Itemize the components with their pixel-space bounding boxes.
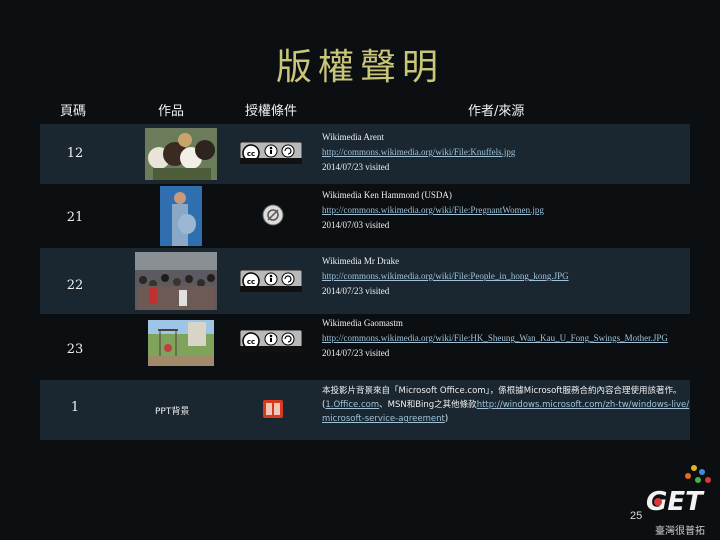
svg-text:cc: cc bbox=[247, 338, 255, 346]
table-row: 1 PPT背景 本投影片背景來自「Microsoft Office.com」，係… bbox=[40, 380, 690, 440]
crowd-image bbox=[135, 252, 217, 310]
source-cell: Wikimedia Arent http://commons.wikimedia… bbox=[322, 130, 682, 175]
table-row: 23 cc Wikimedia Gaomastm http://commons.… bbox=[40, 314, 690, 380]
source-link[interactable]: http://commons.wikimedia.org/wiki/File:H… bbox=[322, 333, 668, 343]
author-line: Wikimedia Arent bbox=[322, 132, 384, 142]
credits-table: 12 cc Wikimedia Arent http://commons.wik… bbox=[40, 124, 690, 440]
page-title: 版權聲明 bbox=[275, 47, 444, 88]
page-number-cell: 1 bbox=[70, 400, 80, 415]
office-link[interactable]: 1.Office.com bbox=[325, 400, 379, 410]
table-header: 頁碼 作品 授權條件 作者/來源 bbox=[40, 100, 690, 120]
public-domain-icon bbox=[262, 204, 284, 226]
author-line: Wikimedia Ken Hammond (USDA) bbox=[322, 190, 452, 200]
source-cell: 本投影片背景來自「Microsoft Office.com」，係根據Micros… bbox=[322, 384, 692, 426]
page-number-cell: 22 bbox=[66, 278, 84, 293]
cc-by-sa-icon: cc bbox=[239, 269, 303, 293]
license-icon-cell: cc bbox=[239, 141, 303, 165]
svg-text:cc: cc bbox=[247, 278, 255, 286]
license-icon-cell bbox=[262, 204, 284, 226]
ms-office-icon bbox=[263, 400, 283, 418]
source-text-2: 、MSN和Bing之其他條款 bbox=[379, 400, 477, 410]
source-link[interactable]: http://commons.wikimedia.org/wiki/File:P… bbox=[322, 271, 569, 281]
page-number-cell: 23 bbox=[66, 342, 84, 357]
visited-date: 2014/07/23 visited bbox=[322, 286, 390, 296]
license-icon-cell bbox=[262, 398, 284, 420]
table-row: 12 cc Wikimedia Arent http://commons.wik… bbox=[40, 124, 690, 184]
visited-date: 2014/07/23 visited bbox=[322, 348, 390, 358]
source-cell: Wikimedia Gaomastm http://commons.wikime… bbox=[322, 316, 682, 361]
license-icon-cell: cc bbox=[239, 269, 303, 293]
source-cell: Wikimedia Ken Hammond (USDA) http://comm… bbox=[322, 188, 682, 233]
source-text-3: ) bbox=[444, 414, 449, 424]
pregnant-woman-image bbox=[160, 186, 202, 246]
author-line: Wikimedia Mr Drake bbox=[322, 256, 400, 266]
svg-text:cc: cc bbox=[247, 150, 255, 158]
table-row: 21 Wikimedia Ken Hammond (USDA) http://c… bbox=[40, 184, 690, 248]
work-label: PPT背景 bbox=[155, 407, 190, 417]
header-license: 授權條件 bbox=[245, 104, 298, 119]
page-number-cell: 12 bbox=[66, 146, 84, 161]
logo-caption: 臺灣很普拓 bbox=[655, 526, 705, 537]
source-cell: Wikimedia Mr Drake http://commons.wikime… bbox=[322, 254, 682, 299]
header-page: 頁碼 bbox=[60, 104, 87, 119]
header-author: 作者/來源 bbox=[468, 104, 525, 119]
license-icon-cell: cc bbox=[239, 329, 303, 353]
visited-date: 2014/07/23 visited bbox=[322, 162, 390, 172]
cc-by-sa-icon: cc bbox=[239, 329, 303, 353]
page-number-cell: 21 bbox=[66, 210, 84, 225]
swings-image bbox=[148, 320, 214, 366]
plush-toys-image bbox=[145, 128, 217, 180]
visited-date: 2014/07/03 visited bbox=[322, 220, 390, 230]
source-link[interactable]: http://commons.wikimedia.org/wiki/File:P… bbox=[322, 205, 544, 215]
author-line: Wikimedia Gaomastm bbox=[322, 318, 403, 328]
slide-number: 25 bbox=[630, 510, 643, 522]
cc-by-sa-icon: cc bbox=[239, 141, 303, 165]
get-logo-icon: GET bbox=[646, 465, 711, 517]
source-link[interactable]: http://commons.wikimedia.org/wiki/File:K… bbox=[322, 147, 515, 157]
header-work: 作品 bbox=[158, 104, 185, 119]
table-row: 22 cc Wikimedia Mr Drake http://commons.… bbox=[40, 248, 690, 314]
